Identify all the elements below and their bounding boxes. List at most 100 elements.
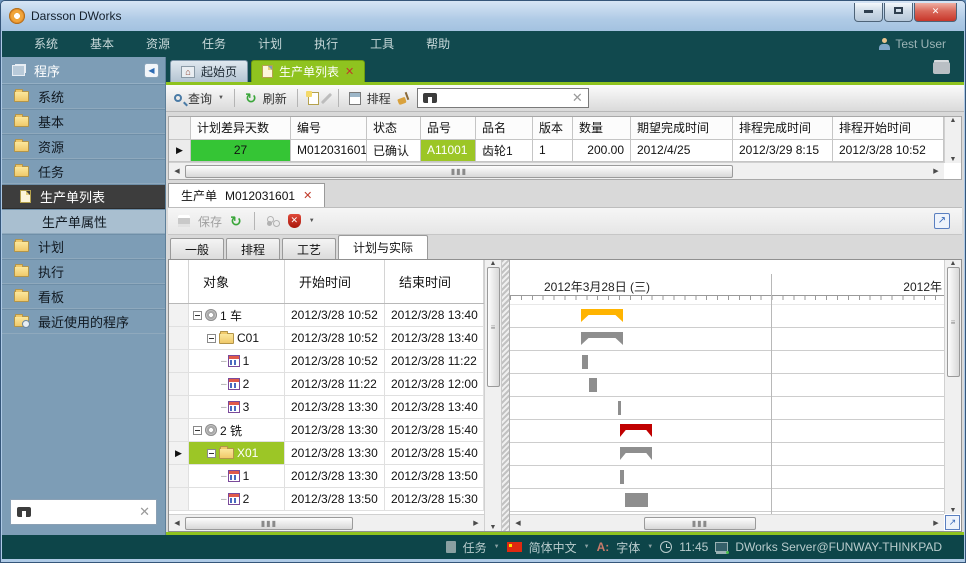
tree-collapse-icon[interactable] (193, 311, 202, 320)
gantt-task-bar[interactable] (620, 470, 624, 484)
end-time-cell[interactable]: 2012/3/28 13:40 (385, 327, 484, 349)
sidebar-item[interactable]: 计划 (2, 234, 165, 259)
tab-close-icon[interactable]: ✕ (345, 65, 354, 78)
refresh-button[interactable]: 刷新 (263, 90, 287, 107)
grid-cell[interactable]: 1 (533, 140, 573, 163)
scroll-up-icon[interactable]: ▲ (485, 260, 501, 267)
tree-row[interactable]: –22012/3/28 11:222012/3/28 12:00 (169, 373, 484, 396)
start-time-cell[interactable]: 2012/3/28 13:30 (285, 465, 385, 487)
grid-vscrollbar[interactable]: ▲ ▼ (944, 117, 961, 163)
sidebar-item[interactable]: 任务 (2, 159, 165, 184)
task-dropdown-icon[interactable]: ▼ (494, 544, 500, 550)
sidebar-search-clear-icon[interactable]: ✕ (139, 504, 150, 520)
sidebar-search-input[interactable]: ✕ (10, 499, 157, 525)
scroll-up-icon[interactable]: ▲ (945, 117, 961, 124)
edit-icon[interactable] (321, 92, 332, 103)
printer-icon[interactable] (933, 62, 950, 74)
grid-cell[interactable]: 2012/3/29 8:15 (733, 140, 833, 163)
tree-collapse-icon[interactable] (207, 449, 216, 458)
column-header[interactable]: 数量 (573, 117, 631, 140)
sidebar-item[interactable]: 生产单列表 (2, 184, 165, 209)
gantt-vscrollbar[interactable]: ▲ ≡ ▼ (944, 260, 961, 514)
tree-row[interactable]: –22012/3/28 13:502012/3/28 15:30 (169, 488, 484, 511)
gantt-task-bar[interactable] (618, 401, 621, 415)
gantt-popout-icon[interactable]: ↗ (945, 515, 960, 530)
sidebar-item[interactable]: 基本 (2, 109, 165, 134)
tree-row[interactable]: 1 车2012/3/28 10:522012/3/28 13:40 (169, 304, 484, 327)
sidebar-item[interactable]: 看板 (2, 284, 165, 309)
column-header[interactable]: 排程开始时间 (833, 117, 944, 140)
tree-cell[interactable]: –1 (189, 350, 285, 372)
menu-item-5[interactable]: 执行 (300, 33, 352, 55)
shield-dropdown-icon[interactable]: ▼ (309, 218, 315, 224)
current-user[interactable]: Test User (879, 37, 964, 51)
toolbar-search-input[interactable]: ✕ (417, 88, 589, 108)
tab-production-order-list[interactable]: 生产单列表 ✕ (251, 60, 365, 82)
column-header[interactable]: 品名 (476, 117, 533, 140)
tree-collapse-icon[interactable] (207, 334, 216, 343)
grid-cell[interactable]: 27 (191, 140, 291, 163)
scroll-left-icon[interactable]: ◀ (169, 167, 185, 175)
menu-item-1[interactable]: 基本 (76, 33, 128, 55)
end-time-cell[interactable]: 2012/3/28 15:40 (385, 419, 484, 441)
tree-cell[interactable]: 1 车 (189, 304, 285, 326)
scroll-down-icon[interactable]: ▼ (945, 156, 961, 163)
menu-item-4[interactable]: 计划 (244, 33, 296, 55)
column-header[interactable]: 期望完成时间 (631, 117, 733, 140)
tree-collapse-icon[interactable] (193, 426, 202, 435)
gantt-task-bar[interactable] (582, 355, 588, 369)
sidebar-item[interactable]: 系统 (2, 84, 165, 109)
start-time-cell[interactable]: 2012/3/28 10:52 (285, 350, 385, 372)
menu-item-7[interactable]: 帮助 (412, 33, 464, 55)
tree-hscroll-thumb[interactable]: ▮▮▮ (185, 517, 353, 530)
status-task[interactable]: 任务 (463, 539, 487, 556)
tree-row[interactable]: –32012/3/28 13:302012/3/28 13:40 (169, 396, 484, 419)
schedule-button[interactable]: 排程 (367, 90, 391, 107)
tree-column-header[interactable]: 对象 (189, 260, 285, 303)
menu-item-0[interactable]: 系统 (20, 33, 72, 55)
sidebar-item[interactable]: 最近使用的程序 (2, 309, 165, 334)
start-time-cell[interactable]: 2012/3/28 13:30 (285, 442, 385, 464)
query-dropdown-icon[interactable]: ▼ (218, 95, 224, 101)
end-time-cell[interactable]: 2012/3/28 12:00 (385, 373, 484, 395)
table-row[interactable]: ▶27M012031601已确认A11001齿轮11200.002012/4/2… (169, 140, 944, 163)
toolbar-search-clear-icon[interactable]: ✕ (572, 90, 583, 106)
tree-row[interactable]: C012012/3/28 10:522012/3/28 13:40 (169, 327, 484, 350)
relation-icon[interactable] (267, 216, 280, 227)
end-time-cell[interactable]: 2012/3/28 13:40 (385, 396, 484, 418)
tree-hscrollbar[interactable]: ◀ ▮▮▮ ▶ (169, 514, 484, 531)
sidebar-item[interactable]: 资源 (2, 134, 165, 159)
gantt-hscroll-thumb[interactable]: ▮▮▮ (644, 517, 756, 530)
start-time-cell[interactable]: 2012/3/28 11:22 (285, 373, 385, 395)
gantt-task-bar[interactable] (589, 378, 597, 392)
scroll-left-icon[interactable]: ◀ (169, 519, 185, 527)
subtab-一般[interactable]: 一般 (170, 238, 224, 259)
status-font[interactable]: 字体 (616, 539, 640, 556)
grid-cell[interactable]: A11001 (421, 140, 476, 163)
scroll-up-icon[interactable]: ▲ (945, 260, 961, 267)
font-dropdown-icon[interactable]: ▼ (647, 544, 653, 550)
end-time-cell[interactable]: 2012/3/28 15:40 (385, 442, 484, 464)
detail-tab-close-icon[interactable]: ✕ (303, 189, 312, 202)
start-time-cell[interactable]: 2012/3/28 10:52 (285, 304, 385, 326)
scroll-down-icon[interactable]: ▼ (945, 507, 961, 514)
end-time-cell[interactable]: 2012/3/28 11:22 (385, 350, 484, 372)
tree-cell[interactable]: X01 (189, 442, 285, 464)
query-button[interactable]: 查询 (188, 90, 212, 107)
scroll-right-icon[interactable]: ▶ (468, 519, 484, 527)
grid-hscrollbar[interactable]: ◀ ▮▮▮ ▶ (169, 162, 944, 179)
gantt-task-bar[interactable] (625, 493, 648, 507)
row-header-cell[interactable]: ▶ (169, 140, 191, 163)
grid-cell[interactable]: 200.00 (573, 140, 631, 163)
start-time-cell[interactable]: 2012/3/28 10:52 (285, 327, 385, 349)
menu-item-3[interactable]: 任务 (188, 33, 240, 55)
minimize-button[interactable] (854, 3, 883, 22)
sidebar-collapse-button[interactable]: ◀ (144, 63, 159, 78)
column-header[interactable]: 品号 (421, 117, 476, 140)
tree-row[interactable]: –12012/3/28 10:522012/3/28 11:22 (169, 350, 484, 373)
start-time-cell[interactable]: 2012/3/28 13:50 (285, 488, 385, 510)
tree-column-header[interactable]: 结束时间 (385, 260, 484, 303)
tree-cell[interactable]: C01 (189, 327, 285, 349)
subtab-工艺[interactable]: 工艺 (282, 238, 336, 259)
scroll-down-icon[interactable]: ▼ (485, 524, 501, 531)
